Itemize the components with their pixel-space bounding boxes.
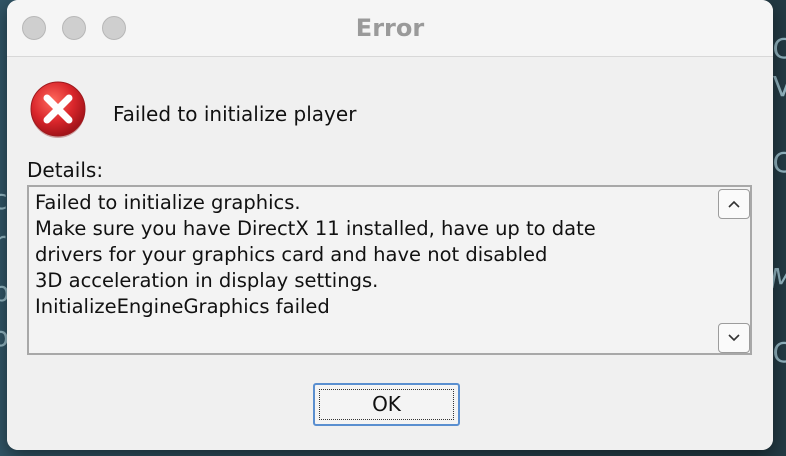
chevron-up-icon <box>728 200 740 208</box>
error-message: Failed to initialize player <box>113 102 357 126</box>
background-text: C <box>772 336 786 369</box>
error-icon <box>30 81 86 138</box>
background-text: V <box>772 70 786 103</box>
error-dialog-window: Error Failed to initialize player Detail… <box>7 0 773 450</box>
background-text: C <box>772 32 786 65</box>
window-title: Error <box>355 14 425 42</box>
dialog-content: Failed to initialize player Details: Fai… <box>7 57 773 450</box>
details-textarea[interactable]: Failed to initialize graphics. Make sure… <box>27 185 752 355</box>
ok-button[interactable]: OK <box>313 383 460 426</box>
title-bar[interactable]: Error <box>7 0 773 57</box>
background-text: C <box>772 146 786 179</box>
details-label: Details: <box>27 158 104 182</box>
ok-button-label: OK <box>372 392 401 416</box>
chevron-down-icon <box>728 334 740 342</box>
scroll-down-button[interactable] <box>718 323 750 353</box>
details-text: Failed to initialize graphics. Make sure… <box>35 191 596 318</box>
background-text: r <box>0 225 6 258</box>
scroll-up-button[interactable] <box>718 189 750 219</box>
